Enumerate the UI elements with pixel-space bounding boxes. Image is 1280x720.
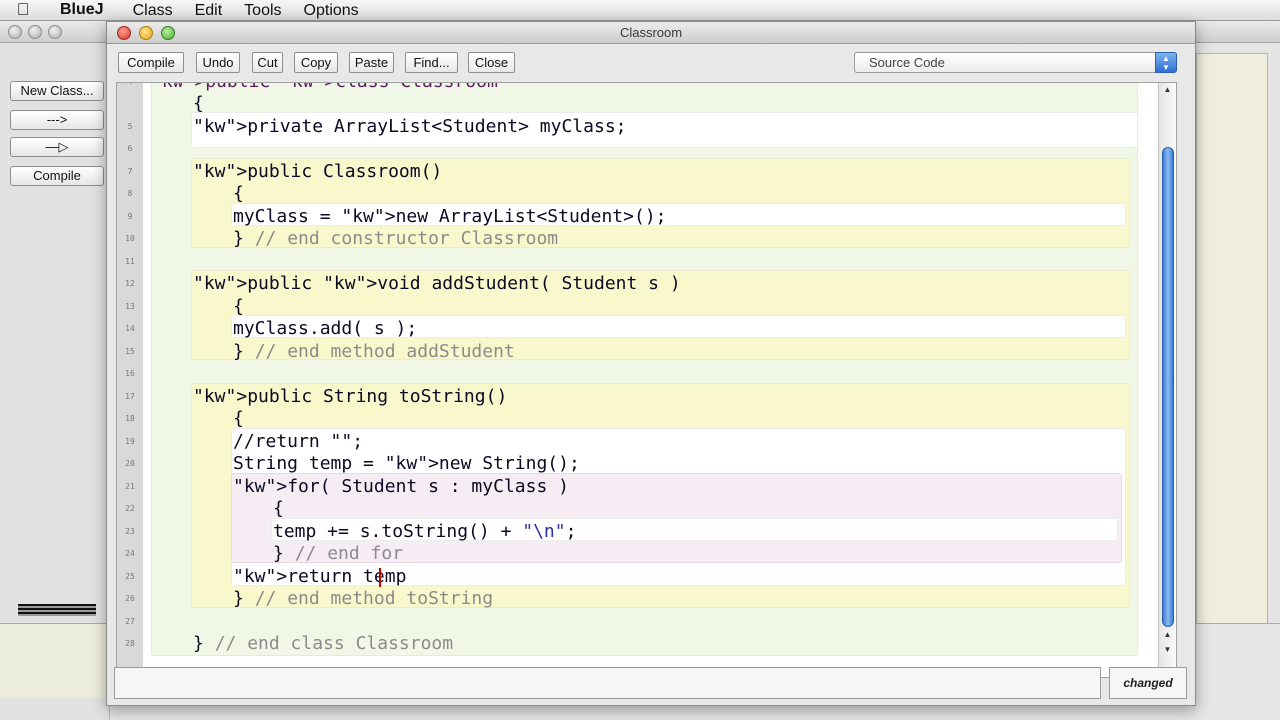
code-line: 4 "kw">public "kw">class Classroom [117,83,1157,94]
code-line: 21 "kw">for( Student s : myClass ) [125,476,569,497]
scroll-up-arrow-icon[interactable]: ▲ [1159,630,1176,639]
app-name-menu[interactable]: BlueJ [46,1,122,19]
code-line: 15 } // end method addStudent [125,341,515,362]
view-mode-selected: Source Code [869,55,945,70]
class-tools-panel: New Class... ---> —▷ Compile [0,43,110,720]
undo-button[interactable]: Undo [196,52,240,73]
code-line: 7 "kw">public Classroom() [127,161,443,182]
main-zoom-icon[interactable] [48,25,62,39]
status-message-field [114,667,1101,699]
right-lower-panel [1196,623,1280,720]
apple-menu-icon[interactable]:  [0,0,46,20]
menu-class[interactable]: Class [122,0,184,21]
menu-tools[interactable]: Tools [233,0,292,21]
code-line: 28 } // end class Classroom [125,633,454,654]
editor-titlebar: Classroom [107,22,1195,44]
code-line: 10 } // end constructor Classroom [125,228,559,249]
main-close-icon[interactable] [8,25,22,39]
compile-button[interactable]: Compile [118,52,184,73]
menu-options[interactable]: Options [293,0,370,21]
dependency-arrow-button[interactable]: ---> [10,110,104,130]
code-line: 14 myClass.add( s ); [125,318,418,339]
zoom-window-icon[interactable] [161,26,175,40]
cut-button[interactable]: Cut [252,52,283,73]
inheritance-arrow-button[interactable]: —▷ [10,137,104,157]
code-line: 5 "kw">private ArrayList<Student> myClas… [127,116,627,137]
class-diagram-area [1196,53,1268,636]
changed-status-label: changed [1109,667,1187,699]
code-line: 13 { [125,296,244,317]
code-line: 6 [127,144,133,153]
editor-window-title: Classroom [619,25,683,40]
text-cursor [379,568,381,587]
close-window-icon[interactable] [117,26,131,40]
scroll-down-arrow-icon[interactable]: ▼ [1159,645,1176,654]
code-line: 8 { [127,183,244,204]
main-minimize-icon[interactable] [28,25,42,39]
object-bench [0,623,110,698]
select-arrows-icon: ▲ ▼ [1155,52,1177,73]
code-line: 9 myClass = "kw">new ArrayList<Student>(… [127,206,667,227]
code-editor[interactable]: 4 "kw">public "kw">class Classroom { 5 "… [116,82,1177,678]
minimize-window-icon[interactable] [139,26,153,40]
scrollbar-thumb[interactable] [1162,147,1174,627]
paste-button[interactable]: Paste [349,52,394,73]
code-line: { [193,93,204,114]
new-class-button[interactable]: New Class... [10,81,104,101]
editor-window: Classroom Compile Undo Cut Copy Paste Fi… [106,21,1196,706]
code-line: 23 temp += s.toString() + "\n"; [125,521,577,542]
code-line: 12 "kw">public "kw">void addStudent( Stu… [125,273,681,294]
view-mode-select[interactable]: Source Code ▲ ▼ [854,52,1177,73]
code-line: 11 [125,257,135,266]
code-line: 16 [125,369,135,378]
code-line: 18 { [125,408,244,429]
close-button[interactable]: Close [468,52,515,73]
copy-button[interactable]: Copy [294,52,338,73]
find-button[interactable]: Find... [405,52,458,73]
menubar:  BlueJ Class Edit Tools Options [0,0,1280,21]
editor-toolbar: Compile Undo Cut Copy Paste Find... Clos… [107,44,1195,84]
code-line: 17 "kw">public String toString() [125,386,508,407]
code-line: 26 } // end method toString [125,588,494,609]
code-line: 20 String temp = "kw">new String(); [125,453,580,474]
menu-edit[interactable]: Edit [184,0,234,21]
machine-progress-indicator [18,604,96,616]
code-line: 27 [125,617,135,626]
code-line: 19 //return ""; [125,431,364,452]
code-line: 25 "kw">return temp [125,566,407,587]
code-line: 22 { [125,498,284,519]
code-line: 24 } // end for [125,543,404,564]
main-compile-button[interactable]: Compile [10,166,104,186]
vertical-scrollbar[interactable]: ▲ ▲ ▼ [1158,83,1176,677]
scroll-up-arrow-icon[interactable]: ▲ [1159,85,1176,94]
